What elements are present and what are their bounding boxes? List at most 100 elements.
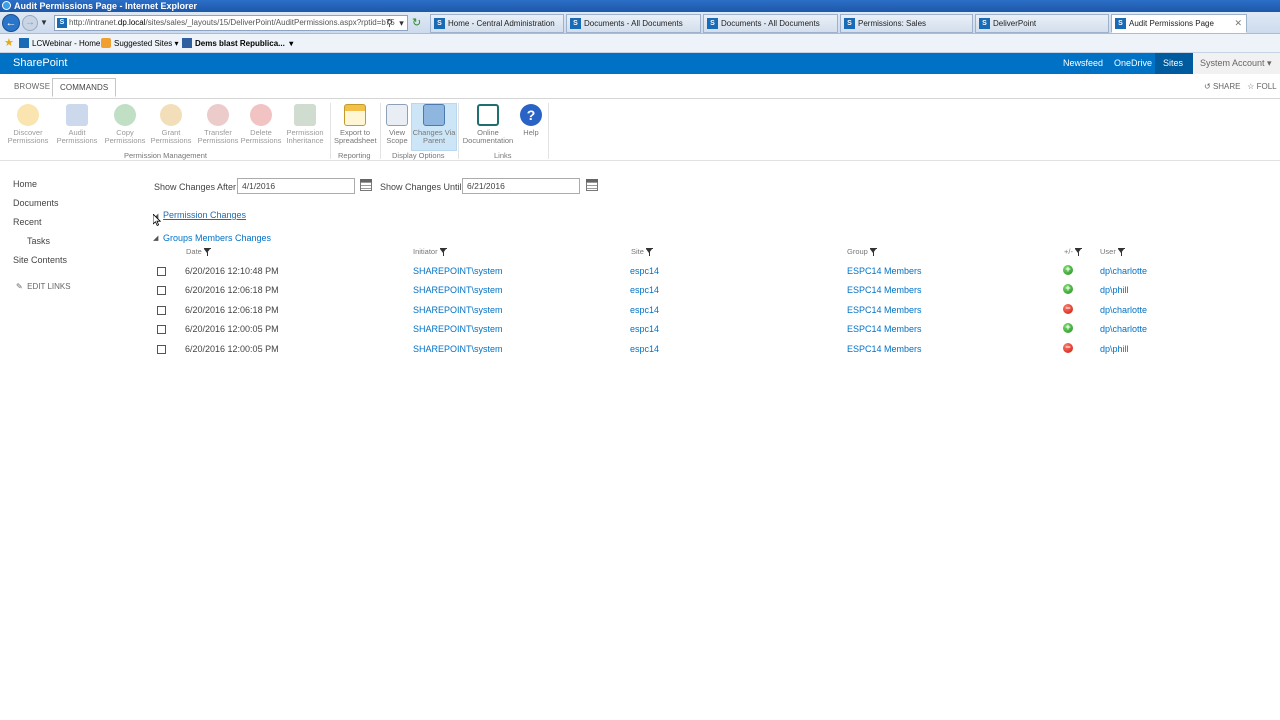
favorite-lcwebinar[interactable]: LCWebinar - Home <box>19 34 100 53</box>
filter-icon[interactable] <box>645 248 653 256</box>
tab-deliverpoint[interactable]: S DeliverPoint <box>975 14 1109 33</box>
address-bar[interactable]: S http://intranet.dp.local/sites/sales/_… <box>54 15 408 31</box>
site-link[interactable]: espc14 <box>630 344 659 354</box>
nav-documents[interactable]: Documents <box>13 198 59 208</box>
row-checkbox[interactable] <box>157 325 166 334</box>
calendar-icon[interactable] <box>360 179 372 191</box>
tab-central-admin[interactable]: S Home - Central Administration <box>430 14 564 33</box>
collapse-arrow-icon[interactable]: ◢ <box>153 234 158 242</box>
group-link[interactable]: ESPC14 Members <box>847 266 922 276</box>
tab-documents-1[interactable]: S Documents - All Documents <box>566 14 701 33</box>
filter-icon[interactable] <box>1074 248 1082 256</box>
export-to-spreadsheet-button[interactable]: Export to Spreadsheet <box>334 104 377 145</box>
permission-changes-node[interactable]: Permission Changes <box>163 210 246 220</box>
favorite-suggested-sites[interactable]: Suggested Sites ▾ <box>101 34 179 53</box>
changes-after-input[interactable] <box>237 178 355 194</box>
user-link[interactable]: dp\charlotte <box>1100 324 1147 334</box>
tab-audit-permissions[interactable]: S Audit Permissions Page ✕ <box>1111 14 1247 33</box>
tab-browse[interactable]: BROWSE <box>14 82 50 91</box>
audit-permissions-button[interactable]: Audit Permissions <box>55 104 99 145</box>
initiator-link[interactable]: SHAREPOINT\system <box>413 285 503 295</box>
favorite-dems-blast[interactable]: Dems blast Republica... ▾ <box>182 34 293 53</box>
groups-members-changes-node[interactable]: Groups Members Changes <box>163 233 271 243</box>
tab-permissions-sales[interactable]: S Permissions: Sales <box>840 14 973 33</box>
user-link[interactable]: dp\phill <box>1100 344 1129 354</box>
view-scope-button[interactable]: View Scope <box>384 104 410 145</box>
table-row[interactable]: 6/20/2016 12:06:18 PM SHAREPOINT\system … <box>150 302 1260 320</box>
column-header-user[interactable]: User <box>1100 247 1125 256</box>
tab-commands[interactable]: COMMANDS <box>52 78 117 97</box>
initiator-link[interactable]: SHAREPOINT\system <box>413 324 503 334</box>
filter-icon[interactable] <box>203 248 211 256</box>
changes-until-input[interactable] <box>462 178 580 194</box>
column-header-group[interactable]: Group <box>847 247 877 256</box>
group-link[interactable]: ESPC14 Members <box>847 285 922 295</box>
filter-icon[interactable] <box>869 248 877 256</box>
delete-permissions-button[interactable]: Delete Permissions <box>240 104 282 145</box>
user-link[interactable]: dp\charlotte <box>1100 266 1147 276</box>
sites-link[interactable]: Sites <box>1163 53 1183 74</box>
changes-via-parent-button[interactable]: Changes Via Parent <box>411 103 457 151</box>
history-dropdown-icon[interactable]: ▼ <box>40 18 48 27</box>
favorites-bar: ★ LCWebinar - Home Suggested Sites ▾ Dem… <box>0 34 1280 53</box>
row-checkbox[interactable] <box>157 267 166 276</box>
user-link[interactable]: dp\charlotte <box>1100 305 1147 315</box>
close-tab-icon[interactable]: ✕ <box>1234 15 1242 32</box>
group-link[interactable]: ESPC14 Members <box>847 344 922 354</box>
account-menu[interactable]: System Account ▾ <box>1193 53 1280 74</box>
nav-site-contents[interactable]: Site Contents <box>13 255 67 265</box>
column-header-date[interactable]: Date <box>186 247 211 256</box>
follow-button[interactable]: FOLL <box>1257 82 1277 91</box>
tab-documents-2[interactable]: S Documents - All Documents <box>703 14 838 33</box>
row-checkbox[interactable] <box>157 306 166 315</box>
edit-links-button[interactable]: ✎ EDIT LINKS <box>16 282 71 291</box>
help-button[interactable]: ? Help <box>518 104 544 137</box>
row-checkbox[interactable] <box>157 345 166 354</box>
filter-icon[interactable] <box>1117 248 1125 256</box>
refresh-icon[interactable]: ↻ <box>412 15 426 31</box>
back-button[interactable]: ← <box>2 14 20 32</box>
initiator-link[interactable]: SHAREPOINT\system <box>413 305 503 315</box>
favorites-star-icon[interactable]: ★ <box>4 34 14 53</box>
initiator-link[interactable]: SHAREPOINT\system <box>413 266 503 276</box>
nav-recent[interactable]: Recent <box>13 217 42 227</box>
window-title: Audit Permissions Page - Internet Explor… <box>14 1 198 11</box>
copy-permissions-button[interactable]: Copy Permissions <box>104 104 146 145</box>
transfer-permissions-button[interactable]: Transfer Permissions <box>196 104 240 145</box>
address-path: /sites/sales/_layouts/15/DeliverPoint/Au… <box>145 18 395 27</box>
address-dropdown-icon[interactable]: ▾ <box>396 15 407 31</box>
search-icon[interactable]: ⚲ <box>384 15 395 31</box>
column-header-label: Group <box>847 247 868 256</box>
table-row[interactable]: 6/20/2016 12:10:48 PM SHAREPOINT\system … <box>150 263 1260 281</box>
share-icon[interactable]: ↺ <box>1204 82 1211 91</box>
grant-permissions-button[interactable]: Grant Permissions <box>150 104 192 145</box>
site-link[interactable]: espc14 <box>630 266 659 276</box>
table-row[interactable]: 6/20/2016 12:00:05 PM SHAREPOINT\system … <box>150 341 1260 359</box>
follow-star-icon[interactable]: ☆ <box>1247 82 1254 91</box>
table-row[interactable]: 6/20/2016 12:00:05 PM SHAREPOINT\system … <box>150 321 1260 339</box>
calendar-icon[interactable] <box>586 179 598 191</box>
column-header-initiator[interactable]: Initiator <box>413 247 447 256</box>
site-link[interactable]: espc14 <box>630 285 659 295</box>
table-row[interactable]: 6/20/2016 12:06:18 PM SHAREPOINT\system … <box>150 282 1260 300</box>
filter-icon[interactable] <box>439 248 447 256</box>
onedrive-link[interactable]: OneDrive <box>1114 53 1152 74</box>
nav-tasks[interactable]: Tasks <box>27 236 50 246</box>
nav-home[interactable]: Home <box>13 179 37 189</box>
discover-permissions-button[interactable]: Discover Permissions <box>6 104 50 145</box>
share-button[interactable]: SHARE <box>1213 82 1241 91</box>
forward-button[interactable]: → <box>22 15 38 31</box>
row-checkbox[interactable] <box>157 286 166 295</box>
permission-inheritance-button[interactable]: Permission Inheritance <box>284 104 326 145</box>
newsfeed-link[interactable]: Newsfeed <box>1063 53 1103 74</box>
online-documentation-button[interactable]: Online Documentation <box>462 104 514 145</box>
site-link[interactable]: espc14 <box>630 324 659 334</box>
user-link[interactable]: dp\phill <box>1100 285 1129 295</box>
column-header-site[interactable]: Site <box>631 247 653 256</box>
group-link[interactable]: ESPC14 Members <box>847 305 922 315</box>
sharepoint-brand[interactable]: SharePoint <box>13 53 67 74</box>
column-header-change[interactable]: +/- <box>1064 247 1082 256</box>
group-link[interactable]: ESPC14 Members <box>847 324 922 334</box>
initiator-link[interactable]: SHAREPOINT\system <box>413 344 503 354</box>
site-link[interactable]: espc14 <box>630 305 659 315</box>
